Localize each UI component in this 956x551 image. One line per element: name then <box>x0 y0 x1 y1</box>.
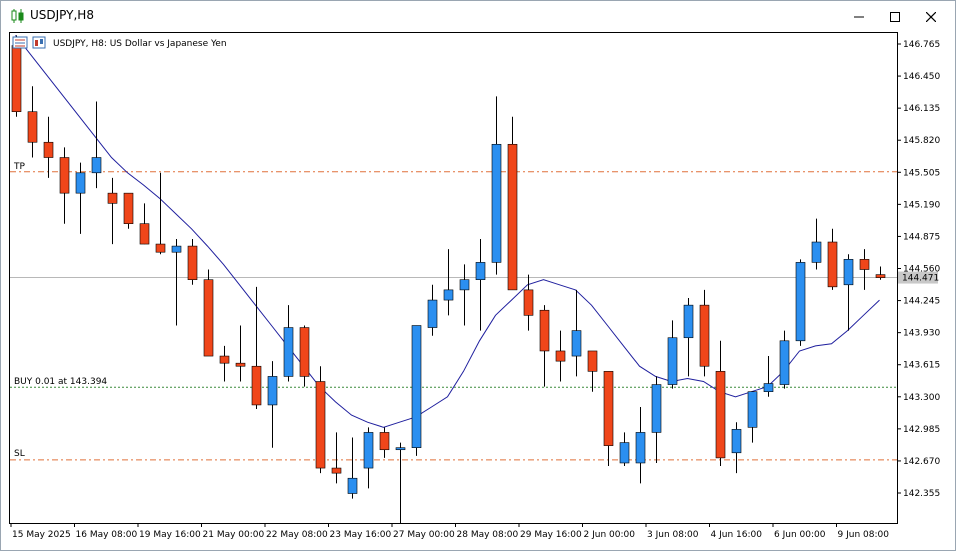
price-tick-label: 145.190 <box>903 200 940 210</box>
close-button[interactable] <box>913 1 949 32</box>
time-tick-label: 16 May 08:00 <box>76 530 138 540</box>
price-tick-label: 146.765 <box>903 40 940 50</box>
time-tick-label: 6 Jun 00:00 <box>774 530 826 540</box>
price-tick-label: 142.355 <box>903 489 940 499</box>
candle <box>315 366 326 474</box>
time-tick-label: 15 May 2025 <box>12 530 71 540</box>
price-tick-label: 144.875 <box>903 232 940 242</box>
sl-label: SL <box>14 449 25 459</box>
candle <box>123 192 134 229</box>
chart-window: USDJPY,H8 146.765 146.450 146.135 145.820 14… <box>0 0 956 551</box>
close-icon <box>926 11 936 22</box>
trade-panel-icon[interactable] <box>12 36 28 49</box>
price-tick-label: 145.820 <box>903 136 940 146</box>
time-tick-label: 2 Jun 00:00 <box>584 530 636 540</box>
time-axis: 15 May 2025 16 May 08:00 19 May 16:00 21 Ma… <box>10 523 890 540</box>
time-tick-label: 27 May 00:00 <box>393 530 455 540</box>
minimize-button[interactable] <box>841 1 877 32</box>
price-tick-label: 143.300 <box>903 393 940 403</box>
candle <box>187 238 198 285</box>
minimize-icon <box>854 16 864 17</box>
chart-symbol-label: USDJPY, H8: US Dollar vs Japanese Yen <box>53 39 227 49</box>
price-chart[interactable]: 146.765 146.450 146.135 145.820 145.505 145.1… <box>9 32 955 548</box>
maximize-icon <box>890 11 900 22</box>
tp-label: TP <box>13 162 25 172</box>
time-tick-label: 28 May 08:00 <box>457 530 519 540</box>
current-price-label: 144.471 <box>902 274 939 284</box>
time-tick-label: 19 May 16:00 <box>139 530 201 540</box>
price-tick-label: 146.450 <box>903 72 940 82</box>
time-tick-label: 4 Jun 16:00 <box>711 530 763 540</box>
candle <box>203 269 214 357</box>
price-tick-label: 143.615 <box>903 361 940 371</box>
candle <box>795 259 806 346</box>
time-tick-label: 29 May 16:00 <box>520 530 582 540</box>
price-tick-label: 145.505 <box>903 168 940 178</box>
time-tick-label: 9 Jun 08:00 <box>838 530 890 540</box>
window-title: USDJPY,H8 <box>30 8 94 22</box>
chart-area[interactable]: 146.765 146.450 146.135 145.820 145.505 145.1… <box>9 32 955 548</box>
candlestick-icon <box>10 8 26 24</box>
time-tick-label: 23 May 16:00 <box>330 530 392 540</box>
time-tick-label: 3 Jun 08:00 <box>647 530 699 540</box>
buy-order-label[interactable]: BUY 0.01 at 143.394 <box>14 377 107 387</box>
title-bar[interactable]: USDJPY,H8 <box>1 1 955 32</box>
price-tick-label: 142.985 <box>903 425 940 435</box>
price-axis: 146.765 146.450 146.135 145.820 145.505 145.1… <box>897 40 940 499</box>
chart-header: USDJPY, H8: US Dollar vs Japanese Yen <box>12 36 227 49</box>
maximize-button[interactable] <box>877 1 913 32</box>
time-tick-label: 22 May 08:00 <box>266 530 328 540</box>
price-tick-label: 143.930 <box>903 329 940 339</box>
chart-type-icon[interactable] <box>32 36 46 49</box>
price-tick-label: 144.245 <box>903 297 940 307</box>
time-tick-label: 21 May 00:00 <box>203 530 265 540</box>
candle <box>411 325 422 456</box>
price-tick-label: 146.135 <box>903 104 940 114</box>
price-tick-label: 142.670 <box>903 457 940 467</box>
